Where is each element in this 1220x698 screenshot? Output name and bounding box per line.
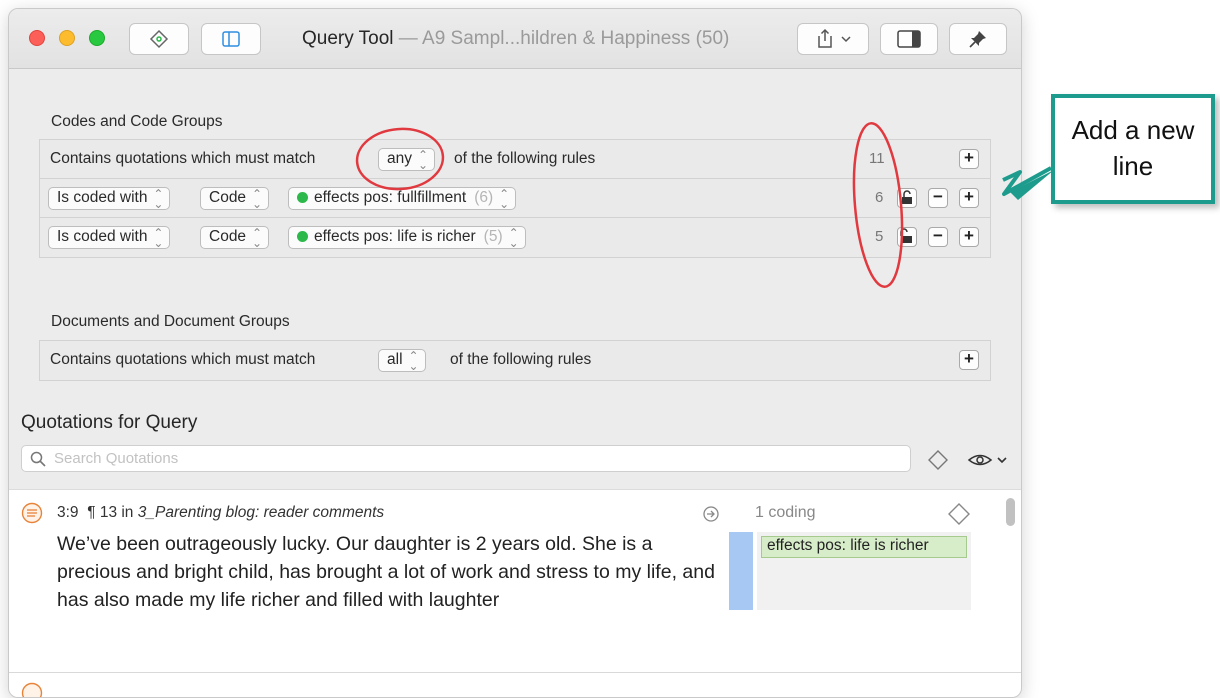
highlight-circle-match — [355, 126, 445, 192]
annotation-overlay — [0, 0, 1220, 682]
callout-box: Add a new line — [1051, 94, 1215, 204]
highlight-circle-buttons — [848, 121, 908, 288]
quotation-icon — [21, 682, 43, 698]
